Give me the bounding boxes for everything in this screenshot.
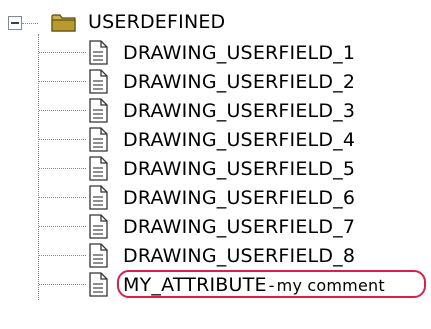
tree-node-drawing-userfield[interactable]: DRAWING_USERFIELD_7 xyxy=(0,212,431,242)
tree-node-drawing-userfield[interactable]: DRAWING_USERFIELD_5 xyxy=(0,154,431,184)
tree-node-label: DRAWING_USERFIELD_4 xyxy=(123,129,356,151)
tree-connector xyxy=(39,284,86,285)
tree-view: USERDEFINED DRAWING_USERFIELD_1 DRAWING_U… xyxy=(0,0,431,329)
tree-connector xyxy=(39,110,86,111)
tree-node-drawing-userfield[interactable]: DRAWING_USERFIELD_2 xyxy=(0,67,431,97)
tree-node-label: DRAWING_USERFIELD_7 xyxy=(123,216,356,238)
tree-node-label: DRAWING_USERFIELD_2 xyxy=(123,71,356,93)
tree-connector xyxy=(39,52,86,53)
document-icon xyxy=(89,156,108,181)
document-icon xyxy=(89,69,108,94)
tree-node-label: MY_ATTRIBUTE - my comment xyxy=(123,272,385,299)
tree-node-label: USERDEFINED xyxy=(88,11,226,33)
tree-connector xyxy=(39,226,86,227)
attribute-name: MY_ATTRIBUTE xyxy=(123,274,267,296)
document-icon xyxy=(89,272,108,297)
document-icon xyxy=(89,243,108,268)
separator: - xyxy=(268,276,275,295)
tree-node-drawing-userfield[interactable]: DRAWING_USERFIELD_1 xyxy=(0,38,431,68)
tree-node-userdefined[interactable]: USERDEFINED xyxy=(0,8,431,38)
folder-icon xyxy=(51,14,76,32)
tree-node-drawing-userfield[interactable]: DRAWING_USERFIELD_8 xyxy=(0,241,431,271)
tree-connector xyxy=(39,255,86,256)
tree-node-drawing-userfield[interactable]: DRAWING_USERFIELD_6 xyxy=(0,183,431,213)
document-icon xyxy=(89,185,108,210)
tree-node-drawing-userfield[interactable]: DRAWING_USERFIELD_4 xyxy=(0,125,431,155)
tree-node-label: DRAWING_USERFIELD_5 xyxy=(123,158,356,180)
tree-node-label: DRAWING_USERFIELD_8 xyxy=(123,245,356,267)
document-icon xyxy=(89,98,108,123)
tree-node-label: DRAWING_USERFIELD_3 xyxy=(123,100,356,122)
tree-connector xyxy=(39,168,86,169)
document-icon xyxy=(89,40,108,65)
tree-connector xyxy=(39,197,86,198)
tree-node-my-attribute[interactable]: MY_ATTRIBUTE - my comment xyxy=(0,270,431,300)
tree-node-drawing-userfield[interactable]: DRAWING_USERFIELD_3 xyxy=(0,96,431,126)
tree-node-label: DRAWING_USERFIELD_1 xyxy=(123,42,356,64)
document-icon xyxy=(89,214,108,239)
tree-node-label: DRAWING_USERFIELD_6 xyxy=(123,187,356,209)
attribute-comment: my comment xyxy=(276,276,385,295)
minus-icon[interactable] xyxy=(8,16,22,30)
tree-connector xyxy=(39,81,86,82)
tree-connector xyxy=(39,139,86,140)
document-icon xyxy=(89,127,108,152)
